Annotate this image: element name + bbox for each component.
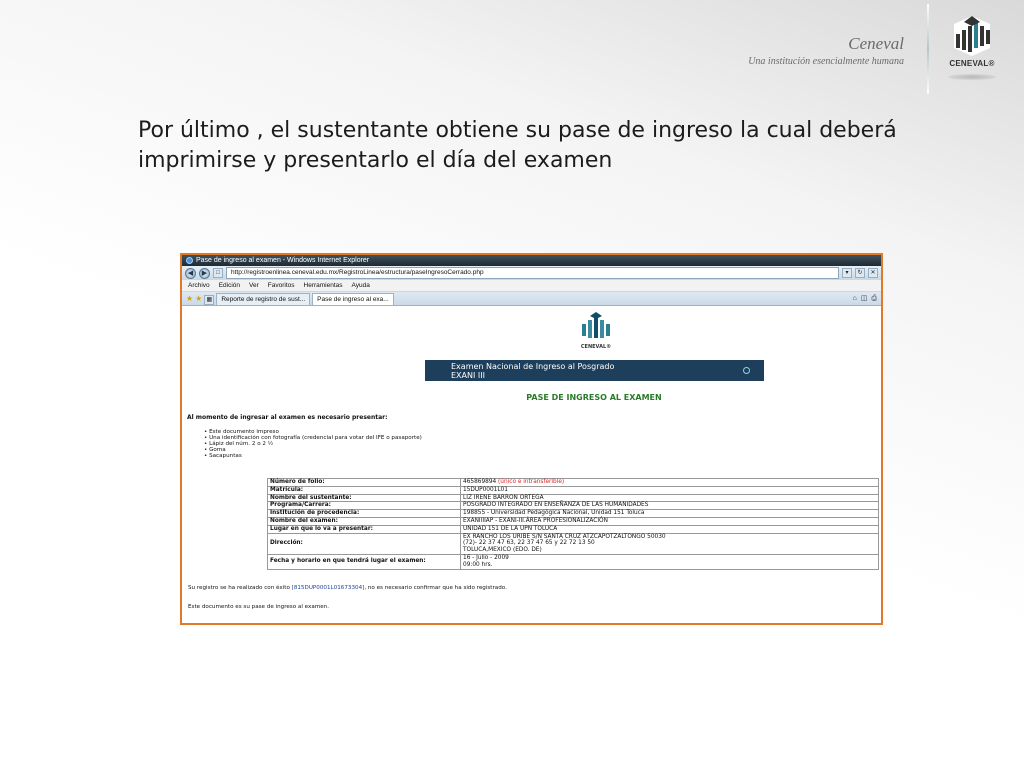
ceneval-cube-icon [954, 16, 990, 56]
direccion-cell: EX RANCHO LOS URIBE S/N SANTA CRUZ ATZCA… [460, 532, 879, 555]
institucion-label: Institución de procedencia: [267, 509, 461, 518]
direccion-line1: EX RANCHO LOS URIBE S/N SANTA CRUZ ATZCA… [463, 533, 666, 540]
table-row: Nombre del sustentante: LIZ IRENE BARRON… [267, 493, 879, 503]
print-icon[interactable]: ⎙ [871, 293, 877, 304]
direccion-label: Dirección: [267, 532, 461, 555]
table-row: Número de folio: 465869894 (único e intr… [267, 478, 879, 487]
ceneval-logo: CENEVAL® [946, 14, 998, 68]
lugar-label: Lugar en que lo va a presentar: [267, 524, 461, 534]
forward-icon[interactable]: ▶ [199, 267, 210, 279]
registry-prefix: Su registro se ha realizado con éxito [188, 585, 290, 591]
page-logo: CENEVAL® [578, 310, 614, 350]
table-row: Institución de procedencia: 198855 - Uni… [267, 509, 879, 518]
folio-value: 465869894 [463, 479, 497, 485]
requirements-title: Al momento de ingresar al examen es nece… [187, 414, 388, 421]
stop-icon[interactable]: ✕ [868, 268, 878, 278]
list-item: Sacapuntas [204, 453, 422, 459]
table-row: Nombre del examen: EXANIIIIAP - EXANI-II… [267, 516, 879, 526]
folio-cell: 465869894 (único e intransferible) [460, 478, 879, 487]
table-row: Programa/Carrera: POSGRADO INTEGRADO EN … [267, 501, 879, 511]
applicant-info-table: Número de folio: 465869894 (único e intr… [267, 478, 879, 570]
menu-archivo[interactable]: Archivo [188, 280, 210, 291]
page-icon: □ [213, 268, 223, 278]
folio-note: (único e intransferible) [498, 479, 565, 485]
brand-name: Ceneval [848, 34, 904, 53]
table-row: Matrícula: 15DUP0001L01 [267, 485, 879, 495]
registry-note: Su registro se ha realizado con éxito [8… [188, 585, 507, 591]
window-titlebar: Pase de ingreso al examen - Windows Inte… [182, 255, 881, 266]
pass-title: PASE DE INGRESO AL EXAMEN [526, 393, 662, 402]
dropdown-icon[interactable]: ▾ [842, 268, 852, 278]
page-cube-icon [582, 312, 610, 338]
direccion-line3: TOLUCA,MEXICO (EDO. DE) [463, 547, 542, 554]
direccion-line2: (72)- 22 37 47 63, 22 37 47 65 y 22 72 1… [463, 540, 595, 547]
nombre-label: Nombre del sustentante: [267, 493, 461, 503]
menu-ayuda[interactable]: Ayuda [352, 280, 370, 291]
ie-icon [186, 257, 193, 264]
banner-line1: Examen Nacional de Ingreso al Posgrado [451, 362, 615, 371]
examen-value: EXANIIIIAP - EXANI-III.ÁREA PROFESIONALI… [460, 516, 879, 526]
address-bar: ◀ ▶ □ http://registroenlinea.ceneval.edu… [182, 266, 881, 280]
command-bar: ⌂ ◫ ⎙ [853, 293, 877, 304]
browser-screenshot: Pase de ingreso al examen - Windows Inte… [180, 253, 883, 625]
tab-pase[interactable]: Pase de ingreso al exa... [312, 293, 394, 305]
page-logo-caption: CENEVAL® [580, 344, 612, 350]
favorites-star-icon[interactable]: ★ [186, 293, 193, 305]
slide-heading: Por último , el sustentante obtiene su p… [138, 118, 897, 173]
fecha-label: Fecha y horario en que tendrá lugar el e… [267, 553, 461, 570]
table-row: Lugar en que lo va a presentar: UNIDAD 1… [267, 524, 879, 534]
menu-favoritos[interactable]: Favoritos [268, 280, 295, 291]
banner-line2: EXANI III [451, 371, 485, 380]
quick-tabs-icon[interactable]: ▦ [204, 295, 215, 305]
brand-tagline: Una institución esencialmente humana [748, 56, 904, 67]
window-title: Pase de ingreso al examen - Windows Inte… [196, 257, 370, 264]
table-row: Dirección: EX RANCHO LOS URIBE S/N SANTA… [267, 532, 879, 555]
menu-ver[interactable]: Ver [249, 280, 259, 291]
fecha-line1: 16 - Julio - 2009 [463, 554, 509, 561]
examen-label: Nombre del examen: [267, 516, 461, 526]
exam-banner: Examen Nacional de Ingreso al Posgrado E… [425, 360, 764, 381]
add-favorite-icon[interactable]: ★ [195, 293, 202, 305]
institucion-value: 198855 - Universidad Pedagógica Nacional… [460, 509, 879, 518]
programa-label: Programa/Carrera: [267, 501, 461, 511]
registry-code: [815DUP0001L01673304] [291, 585, 365, 591]
lugar-value: UNIDAD 151 DE LA UPN TOLUCA [460, 524, 879, 534]
matricula-value: 15DUP0001L01 [460, 485, 879, 495]
tab-bar: ★ ★ ▦ Reporte de registro de sust... Pas… [182, 292, 881, 306]
requirements-list: Este documento impreso Una identificació… [204, 429, 422, 459]
folio-label: Número de folio: [267, 478, 461, 487]
back-icon[interactable]: ◀ [185, 267, 196, 279]
brand-block: Ceneval Una institución esencialmente hu… [748, 34, 904, 67]
refresh-icon[interactable]: ↻ [855, 268, 865, 278]
menu-edicion[interactable]: Edición [219, 280, 240, 291]
programa-value: POSGRADO INTEGRADO EN ENSEÑANZA DE LAS H… [460, 501, 879, 511]
fecha-cell: 16 - Julio - 2009 09:00 hrs. [460, 553, 879, 570]
logo-caption: CENEVAL® [949, 59, 995, 68]
matricula-label: Matrícula: [267, 485, 461, 495]
logo-shadow [948, 74, 996, 80]
menu-herramientas[interactable]: Herramientas [304, 280, 343, 291]
fecha-line2: 09:00 hrs. [463, 561, 493, 568]
document-note: Este documento es su pase de ingreso al … [188, 604, 329, 610]
banner-dot-icon [743, 367, 750, 374]
table-row: Fecha y horario en que tendrá lugar el e… [267, 553, 879, 570]
feeds-icon[interactable]: ◫ [861, 293, 868, 304]
url-field[interactable]: http://registroenlinea.ceneval.edu.mx/Re… [226, 267, 839, 279]
menu-bar: Archivo Edición Ver Favoritos Herramient… [182, 280, 881, 292]
brand-divider [927, 4, 929, 94]
home-icon[interactable]: ⌂ [853, 293, 857, 304]
nombre-value: LIZ IRENE BARRON ORTEGA [460, 493, 879, 503]
page-content: CENEVAL® Examen Nacional de Ingreso al P… [182, 306, 881, 622]
registry-suffix: , no es necesario confirmar que ha sido … [364, 585, 507, 591]
tab-reporte[interactable]: Reporte de registro de sust... [216, 293, 311, 305]
